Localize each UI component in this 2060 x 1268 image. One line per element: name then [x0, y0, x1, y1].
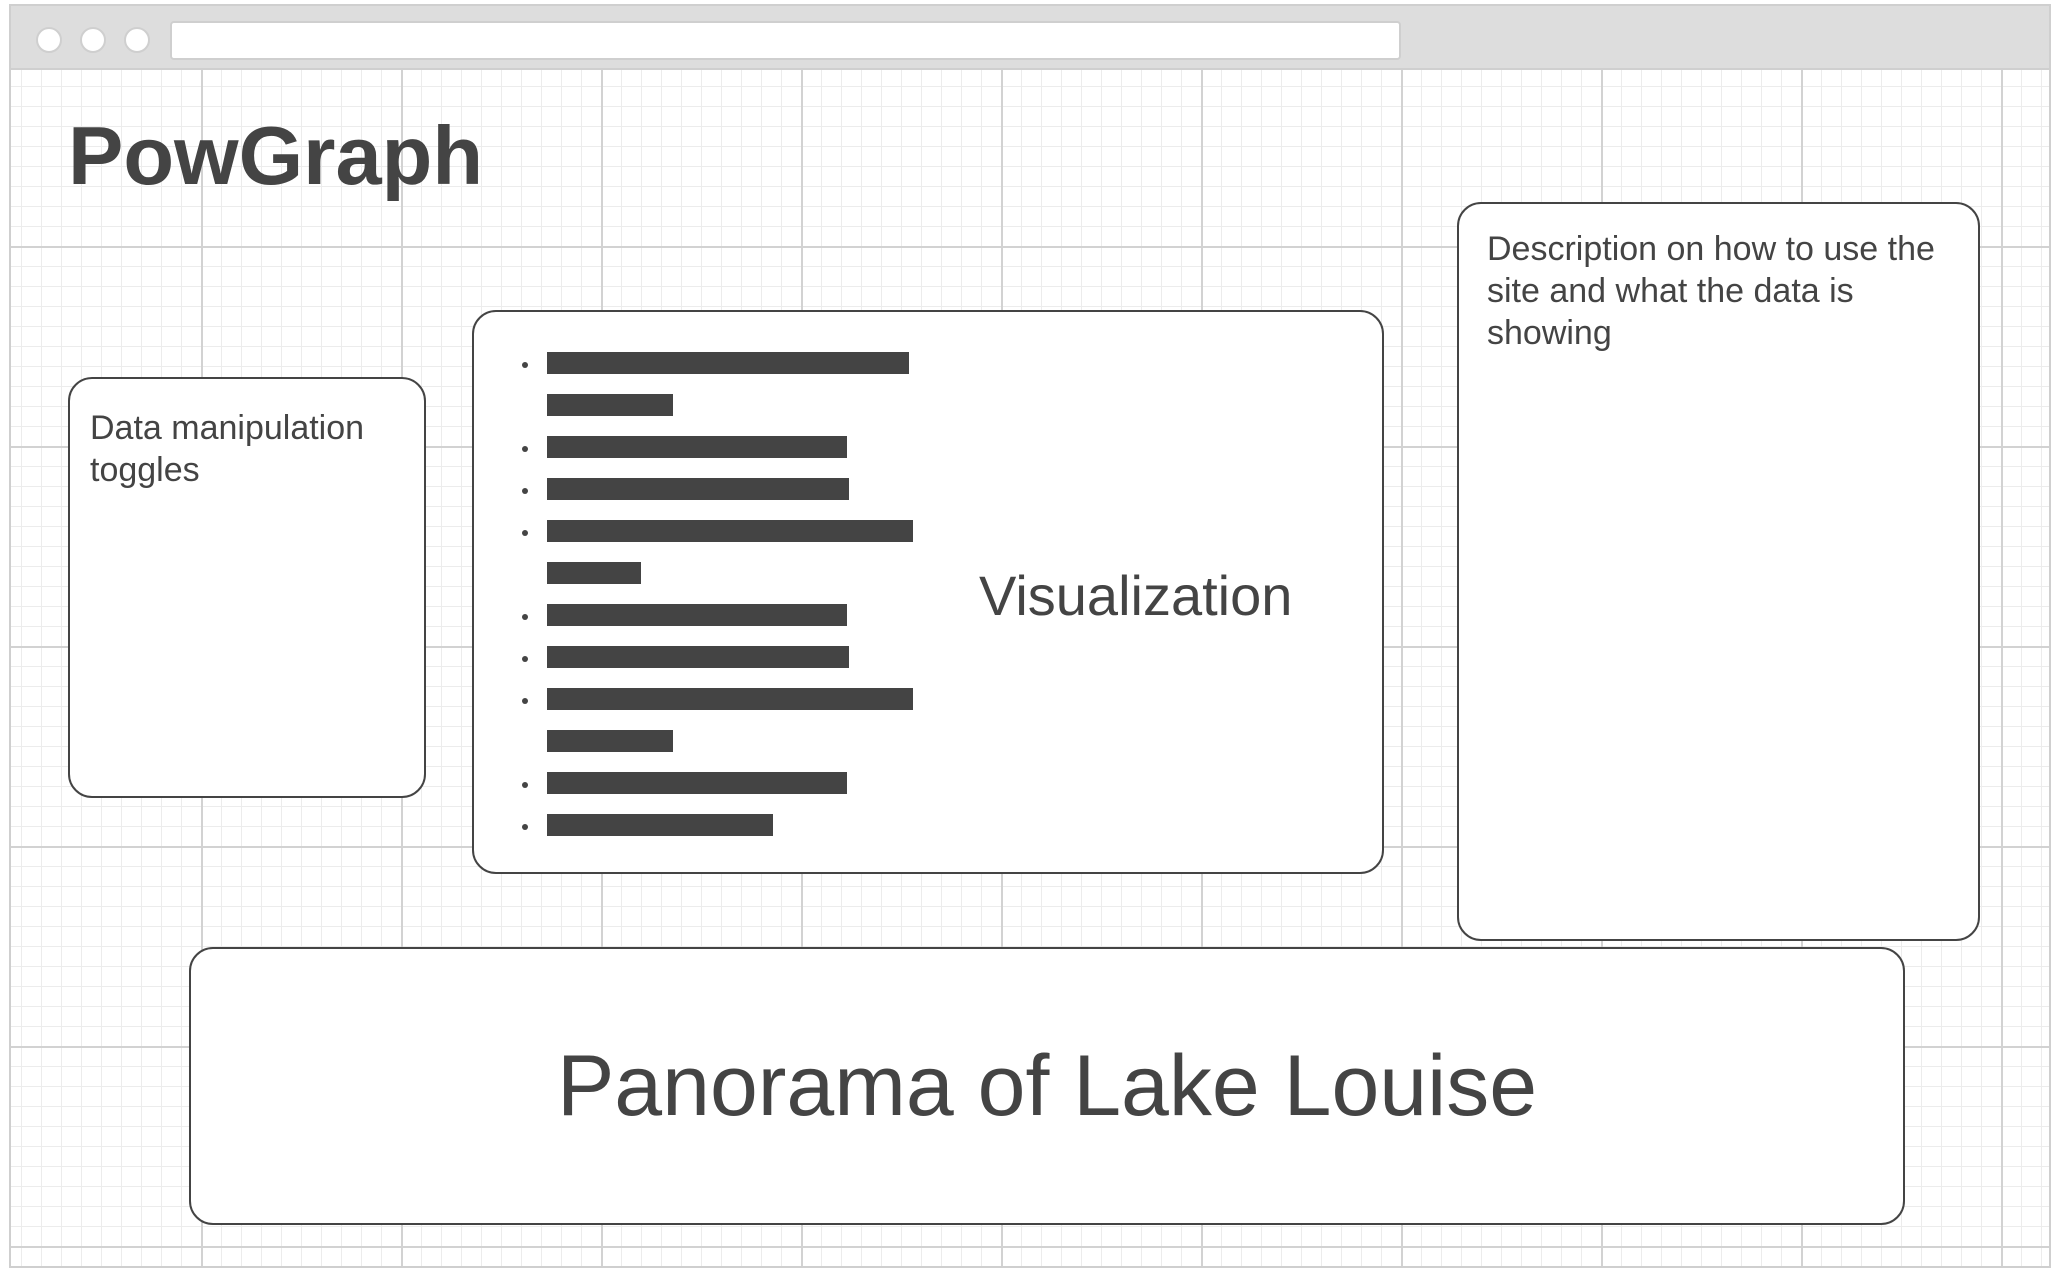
- window-close-button[interactable]: [36, 27, 62, 53]
- list-item: [514, 474, 894, 516]
- bullet-icon: [522, 698, 528, 704]
- bullet-icon: [522, 446, 528, 452]
- panorama-panel: Panorama of Lake Louise: [189, 947, 1905, 1225]
- bullet-icon: [522, 362, 528, 368]
- browser-window: PowGraph Data manipulation toggles Visua…: [9, 4, 2051, 1268]
- bullet-icon: [522, 824, 528, 830]
- placeholder-text-line: [547, 646, 849, 668]
- placeholder-text-line: [547, 436, 847, 458]
- address-bar[interactable]: [170, 21, 1401, 60]
- bullet-icon: [522, 782, 528, 788]
- bullet-icon: [522, 530, 528, 536]
- placeholder-text-line: [547, 688, 913, 710]
- list-item-continuation: [514, 558, 894, 600]
- placeholder-text-line: [547, 604, 847, 626]
- panorama-label: Panorama of Lake Louise: [556, 1038, 1538, 1134]
- browser-title-bar: [11, 6, 2049, 70]
- description-panel: Description on how to use the site and w…: [1457, 202, 1980, 941]
- page-title: PowGraph: [68, 109, 484, 202]
- data-toggles-panel: Data manipulation toggles: [68, 377, 426, 798]
- list-item: [514, 768, 894, 810]
- toggles-panel-label: Data manipulation toggles: [90, 409, 365, 489]
- placeholder-text-line: [547, 814, 773, 836]
- list-item: [514, 600, 894, 642]
- list-item: [514, 432, 894, 474]
- list-item-continuation: [514, 726, 894, 768]
- placeholder-text-line: [547, 520, 913, 542]
- placeholder-text-line: [547, 352, 909, 374]
- placeholder-text-line: [547, 394, 673, 416]
- placeholder-text-line: [547, 730, 673, 752]
- placeholder-text-list: [514, 348, 913, 852]
- list-item: [514, 684, 913, 726]
- placeholder-text-line: [547, 562, 641, 584]
- list-item: [514, 810, 894, 852]
- visualization-panel: Visualization: [472, 310, 1384, 874]
- window-maximize-button[interactable]: [124, 27, 150, 53]
- page-canvas: PowGraph Data manipulation toggles Visua…: [11, 70, 2049, 1266]
- description-text: Description on how to use the site and w…: [1487, 230, 1935, 352]
- list-item-continuation: [514, 390, 894, 432]
- list-item: [514, 642, 894, 684]
- bullet-icon: [522, 488, 528, 494]
- visualization-label: Visualization: [979, 564, 1293, 627]
- list-item: [514, 516, 913, 558]
- bullet-icon: [522, 614, 528, 620]
- bullet-icon: [522, 656, 528, 662]
- placeholder-text-line: [547, 478, 849, 500]
- list-item: [514, 348, 909, 390]
- window-minimize-button[interactable]: [80, 27, 106, 53]
- placeholder-text-line: [547, 772, 847, 794]
